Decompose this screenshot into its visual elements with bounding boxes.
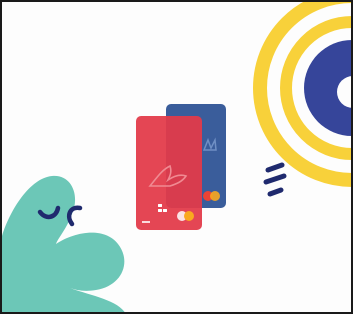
dash-1 <box>265 162 285 173</box>
eye-right <box>67 205 83 227</box>
payment-cards-illustration <box>0 0 353 314</box>
illustration-canvas <box>2 0 353 314</box>
mastercard-logo-icon <box>177 211 194 221</box>
leaf-shape <box>2 175 126 314</box>
card-text-mark <box>142 221 150 223</box>
concentric-rings <box>253 0 353 187</box>
mastercard-logo-icon <box>203 191 220 201</box>
dash-3 <box>267 187 284 197</box>
dash-2 <box>263 173 287 185</box>
motion-dashes <box>263 162 287 197</box>
teal-leaf <box>2 175 126 314</box>
red-card <box>136 116 202 230</box>
